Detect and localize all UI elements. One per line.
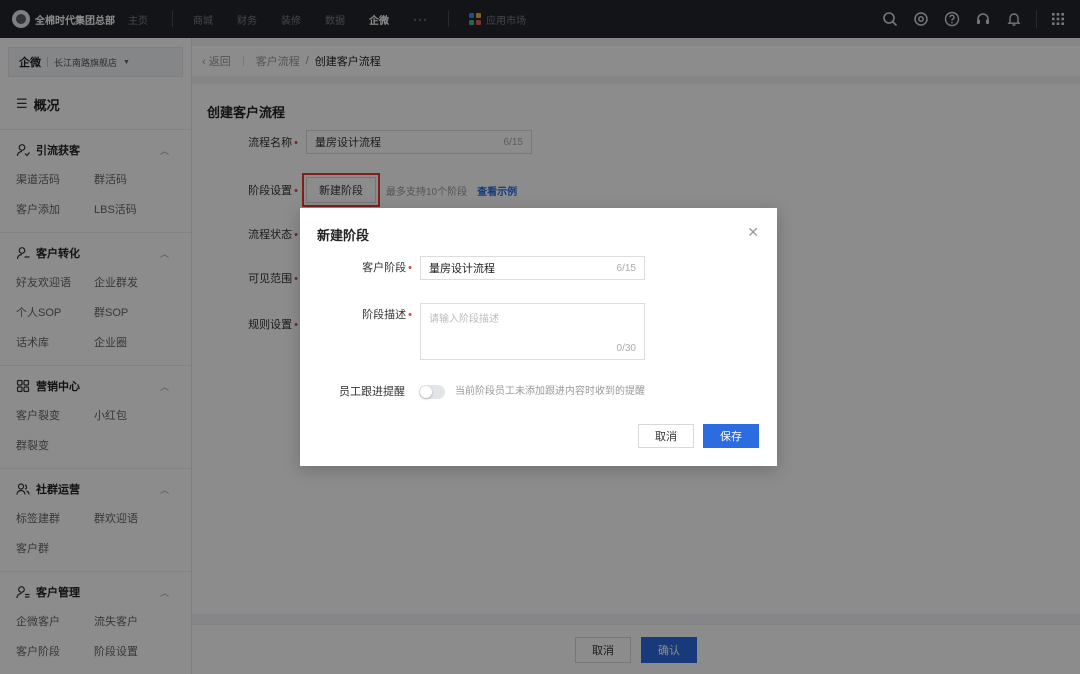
close-icon[interactable]: ✕ <box>747 224 759 241</box>
dialog-row-stage: 客户阶段 • 量房设计流程 6/15 <box>300 256 645 280</box>
field-label: 员工跟进提醒 <box>339 386 405 398</box>
dialog-row-description: 阶段描述 • 请输入阶段描述 0/30 <box>300 303 645 360</box>
dialog-title: 新建阶段 <box>317 228 370 243</box>
stage-description-textarea[interactable]: 请输入阶段描述 0/30 <box>420 303 645 360</box>
description-placeholder: 请输入阶段描述 <box>429 314 499 325</box>
field-label: 客户阶段 • <box>362 262 412 274</box>
reminder-hint: 当前阶段员工未添加跟进内容时收到的提醒 <box>455 386 645 397</box>
new-stage-dialog: 新建阶段 ✕ 客户阶段 • 量房设计流程 6/15 阶段描述 • 请输入阶段描述 0… <box>300 208 777 466</box>
char-count: 0/30 <box>616 343 636 354</box>
char-count: 6/15 <box>616 262 636 274</box>
stage-name-value: 量房设计流程 <box>429 263 495 275</box>
field-label: 阶段描述 • <box>362 309 412 321</box>
dialog-row-reminder: 员工跟进提醒 当前阶段员工未添加跟进内容时收到的提醒 <box>300 380 645 404</box>
dialog-cancel-button[interactable]: 取消 <box>638 424 694 448</box>
reminder-toggle[interactable] <box>419 385 445 399</box>
dialog-actions: 取消 保存 <box>638 424 759 448</box>
dialog-save-button[interactable]: 保存 <box>703 424 759 448</box>
stage-name-input[interactable]: 量房设计流程 6/15 <box>420 256 645 280</box>
